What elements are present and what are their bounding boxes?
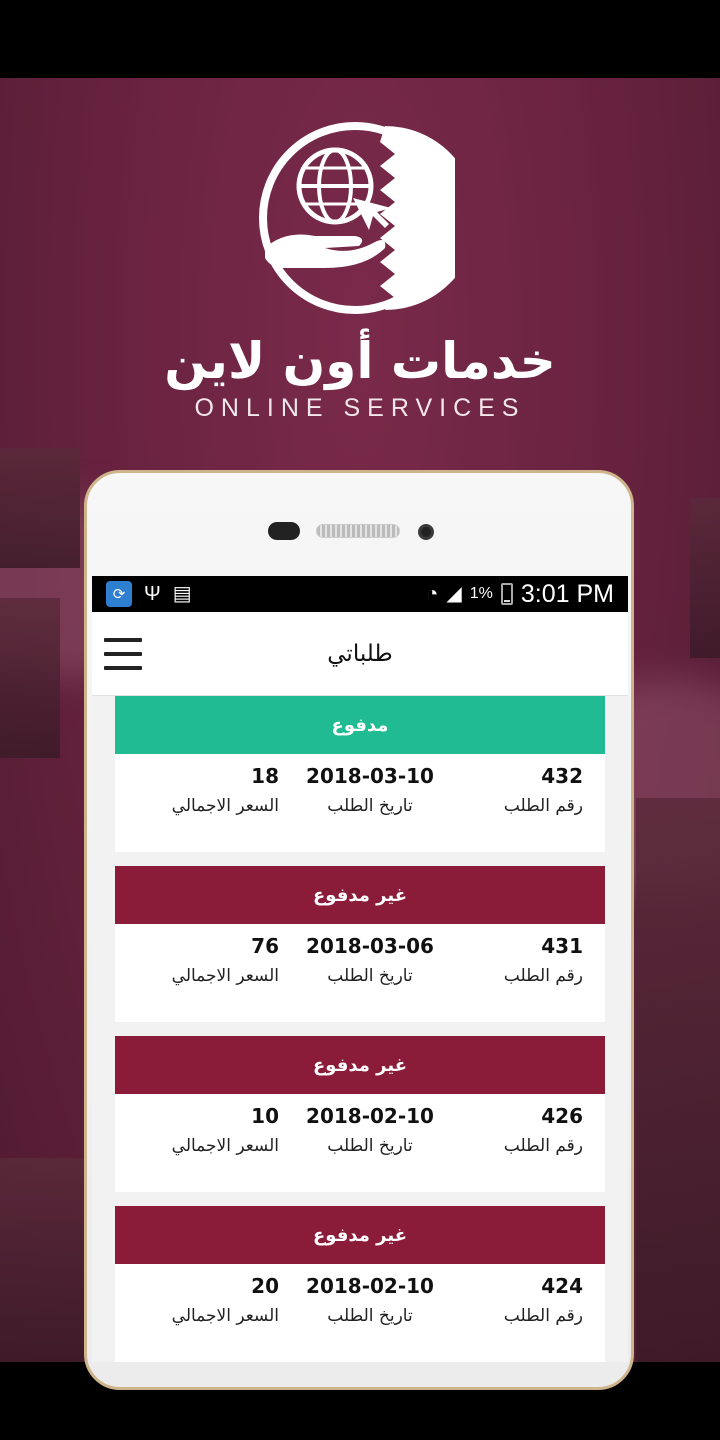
building-shape	[0, 598, 60, 758]
clock: 3:01 PM	[520, 579, 614, 608]
battery-icon	[500, 583, 513, 605]
order-total-price: 20	[251, 1274, 279, 1298]
total-price-label: السعر الاجمالي	[171, 1136, 279, 1156]
order-card[interactable]: غير مدفوع 76 السعر الاجمالي 2018-03-06 ت…	[115, 866, 605, 1022]
order-number: 426	[541, 1104, 583, 1128]
sim-icon: ▤	[172, 583, 192, 605]
payment-status-badge: غير مدفوع	[115, 866, 605, 924]
order-card[interactable]: غير مدفوع 20 السعر الاجمالي 2018-02-10 ت…	[115, 1206, 605, 1362]
brand-name-arabic: خدمات أون لاين	[164, 332, 556, 390]
order-date-label: تاريخ الطلب	[327, 1306, 413, 1326]
order-number-label: رقم الطلب	[503, 966, 583, 986]
building-shape	[0, 1158, 84, 1362]
order-total-price: 10	[251, 1104, 279, 1128]
status-bar: ⟳ Ψ ▤ ◔ ◢ 1% 3:01 PM	[92, 576, 628, 612]
order-number: 431	[541, 934, 583, 958]
usb-icon: Ψ	[144, 583, 161, 605]
order-date: 2018-02-10	[306, 1104, 434, 1128]
online-services-logo	[259, 122, 455, 314]
order-date: 2018-02-10	[306, 1274, 434, 1298]
order-date: 2018-03-06	[306, 934, 434, 958]
page-title: طلباتي	[327, 640, 393, 667]
order-number: 424	[541, 1274, 583, 1298]
speaker-grille	[316, 524, 400, 538]
order-date-label: تاريخ الطلب	[327, 966, 413, 986]
battery-percent: 1%	[469, 585, 493, 602]
app-screen: ⟳ Ψ ▤ ◔ ◢ 1% 3:01 PM طلباتي مدفوع 18 الس…	[92, 576, 628, 1362]
building-shape	[0, 448, 80, 568]
app-icon: ⟳	[106, 581, 132, 607]
order-number-label: رقم الطلب	[503, 1306, 583, 1326]
order-total-price: 76	[251, 934, 279, 958]
order-date-label: تاريخ الطلب	[327, 796, 413, 816]
payment-status-badge: مدفوع	[115, 696, 605, 754]
payment-status-badge: غير مدفوع	[115, 1206, 605, 1264]
order-number: 432	[541, 764, 583, 788]
building-shape	[690, 498, 720, 658]
order-number-label: رقم الطلب	[503, 796, 583, 816]
order-date: 2018-03-10	[306, 764, 434, 788]
total-price-label: السعر الاجمالي	[171, 966, 279, 986]
building-shape	[636, 798, 720, 1362]
payment-status-badge: غير مدفوع	[115, 1036, 605, 1094]
total-price-label: السعر الاجمالي	[171, 1306, 279, 1326]
brand-name-english: ONLINE SERVICES	[194, 394, 526, 422]
total-price-label: السعر الاجمالي	[171, 796, 279, 816]
orders-list: مدفوع 18 السعر الاجمالي 2018-03-10 تاريخ…	[115, 696, 605, 1362]
app-bar: طلباتي	[92, 612, 628, 696]
order-number-label: رقم الطلب	[503, 1136, 583, 1156]
signal-icon: ◢	[446, 583, 462, 605]
order-card[interactable]: غير مدفوع 10 السعر الاجمالي 2018-02-10 ت…	[115, 1036, 605, 1192]
camera	[268, 522, 300, 540]
hamburger-icon[interactable]	[104, 638, 142, 670]
order-card[interactable]: مدفوع 18 السعر الاجمالي 2018-03-10 تاريخ…	[115, 696, 605, 852]
wifi-icon: ◔	[426, 583, 439, 605]
front-sensor	[418, 524, 434, 540]
order-total-price: 18	[251, 764, 279, 788]
order-date-label: تاريخ الطلب	[327, 1136, 413, 1156]
